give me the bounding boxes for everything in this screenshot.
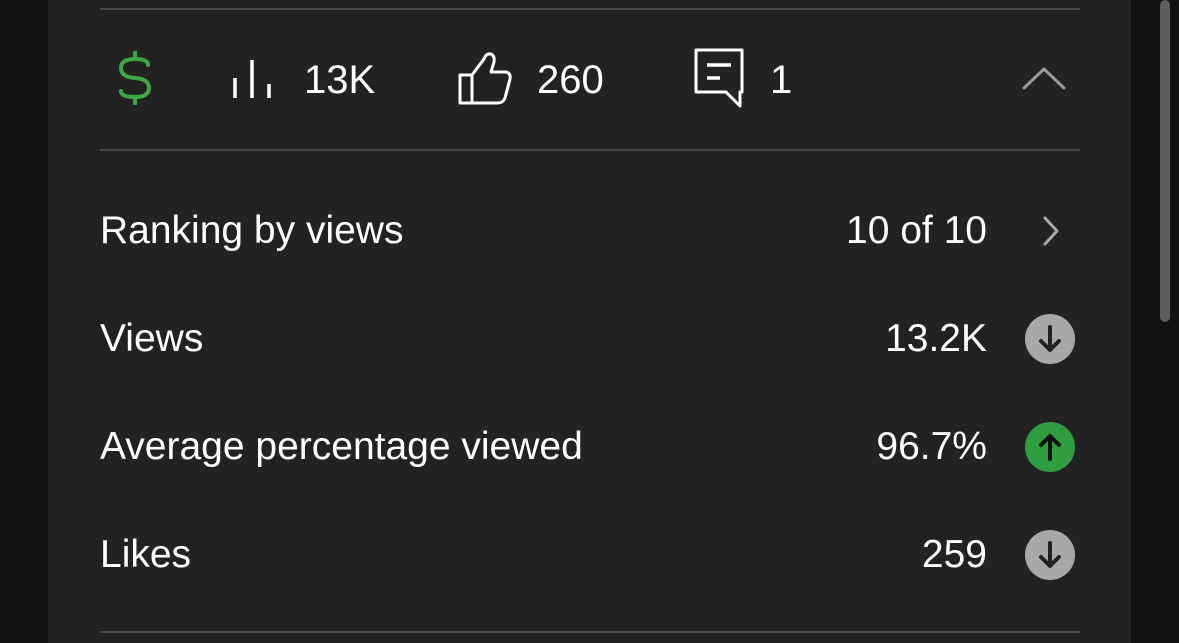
thumbs-up-icon	[457, 51, 513, 110]
metric-row-avg-percentage[interactable]: Average percentage viewed 96.7%	[100, 412, 1080, 482]
chevron-up-icon	[1022, 65, 1066, 96]
collapse-button[interactable]	[1022, 10, 1066, 150]
divider-bottom	[100, 631, 1080, 633]
chevron-right-icon	[1042, 215, 1060, 252]
dollar-icon	[114, 50, 156, 111]
scrollbar[interactable]	[1160, 0, 1170, 322]
likes-count: 260	[537, 58, 604, 102]
views-stat[interactable]: 13K	[230, 10, 375, 150]
comment-icon	[694, 48, 746, 113]
metric-value: 10 of 10	[846, 209, 987, 252]
likes-stat[interactable]: 260	[457, 10, 604, 150]
views-count: 13K	[304, 58, 376, 102]
comments-stat[interactable]: 1	[694, 10, 792, 150]
metric-row-ranking[interactable]: Ranking by views 10 of 10	[100, 196, 1080, 266]
metric-row-views[interactable]: Views 13.2K	[100, 304, 1080, 374]
metric-value: 96.7%	[876, 425, 987, 468]
metric-value: 259	[921, 533, 987, 576]
metric-label: Average percentage viewed	[100, 425, 583, 468]
metric-value: 13.2K	[885, 317, 987, 360]
video-stats-bar[interactable]: 13K 260 1	[100, 10, 1080, 150]
metric-label: Likes	[100, 533, 192, 576]
metric-label: Ranking by views	[100, 209, 404, 252]
metric-label: Views	[100, 317, 204, 360]
arrow-up-icon	[1025, 422, 1075, 472]
metric-row-likes[interactable]: Likes 259	[100, 520, 1080, 590]
divider-stats	[100, 149, 1080, 151]
arrow-down-icon	[1025, 530, 1075, 580]
bar-chart-icon	[230, 56, 274, 105]
monetization-stat[interactable]	[114, 10, 156, 150]
comments-count: 1	[770, 58, 793, 102]
arrow-down-icon	[1025, 314, 1075, 364]
